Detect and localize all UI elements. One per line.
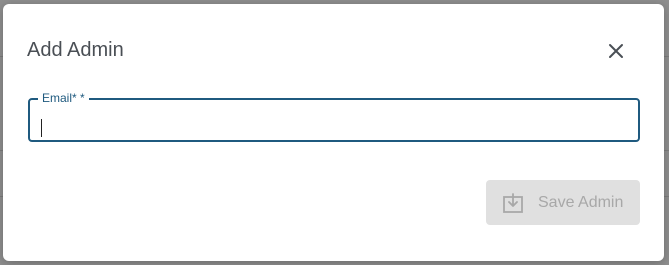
email-field[interactable]: Email* * xyxy=(28,91,640,142)
add-admin-dialog: Add Admin Email* * Save Admin xyxy=(3,4,664,261)
save-admin-button[interactable]: Save Admin xyxy=(486,180,640,225)
save-download-icon xyxy=(503,192,523,213)
save-admin-label: Save Admin xyxy=(538,193,624,211)
close-button[interactable] xyxy=(604,39,628,63)
dialog-title: Add Admin xyxy=(27,39,124,61)
email-input[interactable] xyxy=(30,100,638,140)
text-cursor xyxy=(41,119,42,137)
close-icon xyxy=(609,44,623,58)
